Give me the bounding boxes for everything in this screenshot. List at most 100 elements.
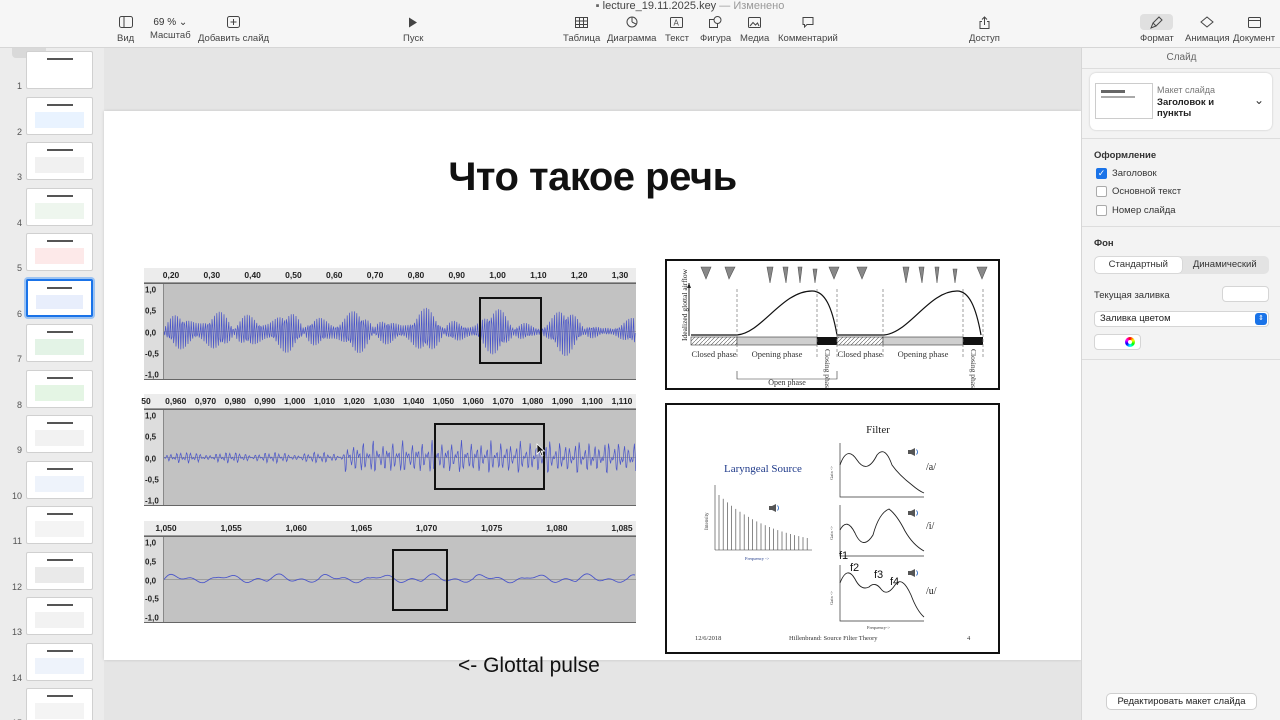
slide-canvas: Что такое речь 0,20 0,30 0,40 0,50 0,60 0,70 0… bbox=[104, 48, 1081, 720]
thumbnail-title bbox=[27, 422, 92, 424]
play-button[interactable]: Пуск bbox=[403, 14, 423, 44]
time-tick-label: 1,075 bbox=[481, 523, 503, 533]
time-tick-label: 1,090 bbox=[551, 396, 574, 406]
media-button[interactable]: Медиа bbox=[740, 14, 769, 44]
slide-thumbnail-12[interactable] bbox=[26, 551, 93, 590]
phase-label-2: Opening phase bbox=[752, 349, 803, 359]
zoom-label: Масштаб bbox=[150, 30, 191, 41]
share-button[interactable]: Доступ bbox=[969, 14, 1000, 44]
slide-number: 12 bbox=[11, 581, 22, 592]
edit-slide-layout-button[interactable]: Редактировать макет слайда bbox=[1106, 693, 1257, 710]
body-checkbox[interactable] bbox=[1096, 186, 1107, 197]
shape-button[interactable]: Фигура bbox=[700, 14, 731, 44]
amplitude-tick-label: 0,0 bbox=[145, 328, 157, 337]
time-tick-label: 1,060 bbox=[285, 523, 307, 533]
title-checkbox[interactable]: ✓ bbox=[1096, 168, 1107, 179]
vowel-i-label: /i/ bbox=[926, 521, 935, 532]
slide-thumbnail-15[interactable] bbox=[26, 688, 93, 720]
phase-label-1: Closed phase bbox=[691, 349, 736, 359]
dynamic-background-option[interactable]: Динамический bbox=[1182, 257, 1269, 273]
format-button[interactable]: Формат bbox=[1140, 14, 1174, 44]
formant-f4-label: f4 bbox=[890, 576, 899, 588]
slide-thumbnail-7[interactable] bbox=[26, 324, 93, 362]
slide-number-checkbox[interactable] bbox=[1096, 205, 1107, 216]
slide-layout-selector[interactable]: Макет слайда Заголовок и пункты ⌄ bbox=[1090, 73, 1272, 130]
fill-type-select[interactable]: Заливка цветом ⇕ bbox=[1094, 311, 1269, 327]
standard-background-option[interactable]: Стандартный bbox=[1095, 257, 1182, 273]
time-tick-label: 1,010 bbox=[313, 396, 336, 406]
play-label: Пуск bbox=[403, 33, 424, 44]
slide[interactable]: Что такое речь 0,20 0,30 0,40 0,50 0,60 0,70 0… bbox=[104, 111, 1081, 677]
divider bbox=[1082, 359, 1280, 360]
add-slide-button[interactable]: Добавить слайд bbox=[198, 14, 269, 44]
amplitude-tick-label: -0,5 bbox=[145, 475, 159, 485]
waveform-2[interactable]: 50 0,960 0,970 0,980 0,990 1,000 1,010 1,020 1,0… bbox=[141, 394, 636, 509]
slide-title[interactable]: Что такое речь bbox=[104, 155, 1081, 200]
slide-thumbnail-3[interactable] bbox=[26, 142, 93, 180]
color-picker-button[interactable] bbox=[1094, 334, 1141, 350]
chevron-down-icon: ⌄ bbox=[178, 16, 188, 28]
time-tick-label: 1,000 bbox=[284, 396, 306, 406]
divider bbox=[1082, 68, 1280, 69]
table-button[interactable]: Таблица bbox=[563, 14, 600, 44]
slide-thumbnail-6[interactable] bbox=[26, 278, 93, 317]
slide-thumbnail-10[interactable] bbox=[26, 460, 93, 499]
waveform-3[interactable]: 1,050 1,055 1,060 1,065 1,070 1,075 1,080 1,085… bbox=[144, 521, 636, 626]
current-fill-swatch[interactable] bbox=[1222, 286, 1269, 302]
glottal-pulse-label[interactable]: <- Glottal pulse bbox=[458, 654, 600, 678]
thumbnail-content bbox=[35, 111, 84, 128]
thumbnail-content bbox=[35, 430, 84, 446]
toolbar: ▪ lecture_19.11.2025.key — Изменено Вид … bbox=[0, 0, 1280, 48]
table-label: Таблица bbox=[563, 33, 601, 44]
slide-thumbnail-4[interactable] bbox=[26, 187, 93, 226]
comment-button[interactable]: Комментарий bbox=[778, 14, 838, 44]
sidebar-view-icon bbox=[118, 14, 133, 30]
slide-thumbnail-14[interactable] bbox=[26, 642, 93, 681]
thumbnail-title bbox=[27, 650, 92, 652]
mouse-cursor-icon bbox=[536, 443, 546, 457]
thumbnail-content bbox=[35, 339, 84, 355]
source-filter-diagram[interactable]: Filter Laryngeal Source Intensity Freque… bbox=[665, 403, 1000, 654]
slide-thumbnail-8[interactable] bbox=[26, 369, 93, 408]
time-tick-label: 1,050 bbox=[155, 523, 177, 533]
slide-thumbnail-2[interactable] bbox=[26, 96, 93, 135]
formant-f1-label: f1 bbox=[839, 550, 848, 562]
animate-button[interactable]: Анимация bbox=[1185, 14, 1230, 44]
time-tick-label: 0,960 bbox=[165, 396, 187, 406]
text-label: Текст bbox=[665, 33, 689, 44]
slide-thumbnail-5[interactable] bbox=[26, 233, 93, 271]
slide-thumbnail-13[interactable] bbox=[26, 597, 93, 635]
gain-label-3: Gain -> bbox=[829, 591, 834, 605]
paintbrush-icon bbox=[1140, 14, 1174, 30]
body-checkbox-row[interactable]: Основной текст bbox=[1096, 186, 1181, 197]
document-icon: ▪ bbox=[595, 0, 600, 12]
glottal-airflow-diagram[interactable]: Idealized glottal airflow Closed phase O… bbox=[665, 259, 1000, 392]
slide-thumbnail-1[interactable] bbox=[26, 51, 93, 89]
slide-number-checkbox-row[interactable]: Номер слайда bbox=[1096, 205, 1176, 216]
format-label: Формат bbox=[1140, 33, 1174, 44]
amplitude-tick-label: 0,5 bbox=[145, 306, 157, 316]
play-icon bbox=[408, 14, 418, 30]
zoom-button[interactable]: 69 % ⌄ Масштаб bbox=[150, 14, 191, 42]
thumbnail-title bbox=[27, 195, 92, 197]
title-checkbox-row[interactable]: ✓ Заголовок bbox=[1096, 168, 1157, 179]
slide-navigator: 123456789101112131415 bbox=[0, 48, 104, 720]
media-label: Медиа bbox=[740, 33, 770, 44]
add-slide-label: Добавить слайд bbox=[198, 33, 270, 44]
chart-button[interactable]: Диаграмма bbox=[607, 14, 656, 44]
document-button[interactable]: Документ bbox=[1233, 14, 1275, 44]
vowel-u-label: /u/ bbox=[926, 586, 937, 597]
gain-label-1: Gain -> bbox=[829, 466, 834, 480]
media-icon bbox=[748, 14, 762, 30]
waveform-1[interactable]: 0,20 0,30 0,40 0,50 0,60 0,70 0,80 0,90 1,00 1,10… bbox=[144, 268, 636, 383]
text-button[interactable]: A Текст bbox=[665, 14, 689, 44]
amplitude-tick-label: 0,5 bbox=[145, 432, 157, 442]
view-button[interactable]: Вид bbox=[117, 14, 134, 44]
thumbnail-content bbox=[35, 157, 84, 173]
amplitude-tick-label: 0,5 bbox=[145, 557, 157, 567]
slide-thumbnail-9[interactable] bbox=[26, 415, 93, 453]
time-tick-label: 1,080 bbox=[546, 523, 568, 533]
chart-label: Диаграмма bbox=[607, 33, 657, 44]
slide-thumbnail-11[interactable] bbox=[26, 506, 93, 544]
slide-number: 2 bbox=[16, 126, 22, 137]
